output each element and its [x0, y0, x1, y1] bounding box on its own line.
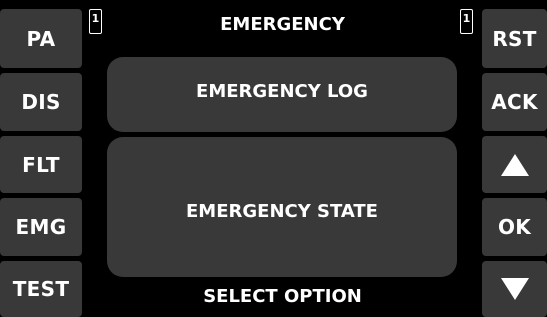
emg-button[interactable]: EMG — [0, 198, 82, 256]
down-button[interactable] — [482, 261, 547, 317]
pa-button-label: PA — [26, 26, 56, 51]
arrow-down-icon — [500, 278, 529, 300]
dis-button[interactable]: DIS — [0, 73, 82, 131]
rst-button[interactable]: RST — [482, 9, 547, 68]
page-title: EMERGENCY — [220, 14, 345, 35]
hmi-screen: PA DIS FLT EMG TEST RST ACK OK 1 EMERGEN… — [0, 0, 547, 317]
ack-button[interactable]: ACK — [482, 73, 547, 131]
status-prompt: SELECT OPTION — [203, 286, 362, 307]
up-button[interactable] — [482, 136, 547, 193]
indicator-left: 1 — [89, 9, 102, 34]
dis-button-label: DIS — [21, 90, 61, 114]
emergency-log-label: EMERGENCY LOG — [196, 81, 368, 102]
indicator-left-value: 1 — [91, 12, 100, 25]
pa-button[interactable]: PA — [0, 9, 82, 68]
indicator-right-value: 1 — [462, 12, 471, 25]
emg-button-label: EMG — [15, 215, 67, 239]
test-button-label: TEST — [12, 277, 70, 301]
emergency-log-button[interactable]: EMERGENCY LOG — [107, 57, 457, 132]
rst-button-label: RST — [492, 26, 537, 51]
ack-button-label: ACK — [491, 90, 538, 114]
emergency-state-label: EMERGENCY STATE — [186, 201, 378, 222]
indicator-right: 1 — [460, 9, 473, 34]
flt-button-label: FLT — [22, 152, 60, 177]
test-button[interactable]: TEST — [0, 261, 82, 317]
arrow-up-icon — [500, 153, 529, 176]
flt-button[interactable]: FLT — [0, 136, 82, 193]
ok-button-label: OK — [497, 215, 532, 239]
emergency-state-button[interactable]: EMERGENCY STATE — [107, 137, 457, 277]
ok-button[interactable]: OK — [482, 198, 547, 256]
